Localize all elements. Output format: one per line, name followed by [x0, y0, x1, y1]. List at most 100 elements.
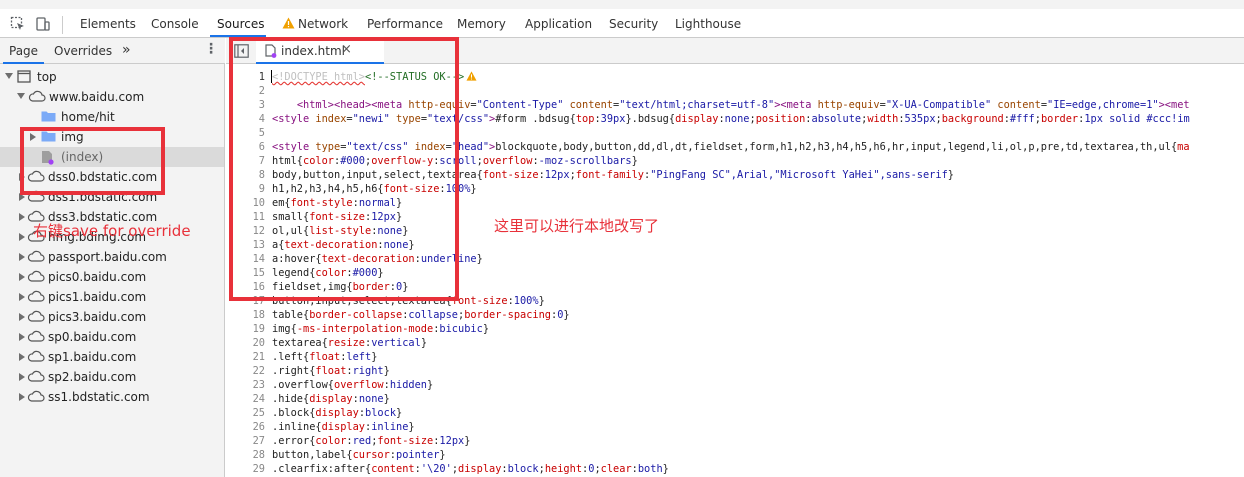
tab-application[interactable]: Application [525, 17, 592, 31]
line-number: 14 [252, 253, 265, 265]
line-number: 27 [252, 435, 265, 447]
code-line: small{font-size:12px} [272, 211, 403, 223]
collapse-arrow-icon[interactable] [30, 133, 36, 141]
collapse-arrow-icon[interactable] [19, 253, 25, 261]
tree-item-home-hit[interactable]: home/hit [0, 107, 224, 127]
code-line: <style index="newi" type="text/css">#for… [272, 113, 1190, 125]
tab-performance[interactable]: Performance [367, 17, 443, 31]
tree-item-pics1[interactable]: pics1.baidu.com [0, 287, 224, 307]
line-number: 3 [258, 99, 265, 111]
tree-item-label: sp0.baidu.com [48, 330, 137, 344]
expand-arrow-icon[interactable] [5, 73, 13, 79]
code-line: html{color:#000;overflow-y:scroll;overfl… [272, 155, 638, 167]
code-line: table{border-collapse:collapse;border-sp… [272, 309, 570, 321]
code-line: .hide{display:none} [272, 393, 390, 405]
tab-sources[interactable]: Sources [217, 17, 264, 31]
tree-item-pics0[interactable]: pics0.baidu.com [0, 267, 224, 287]
line-number: 10 [252, 197, 265, 209]
collapse-arrow-icon[interactable] [19, 313, 25, 321]
device-toolbar-icon[interactable] [34, 15, 52, 33]
line-number: 23 [252, 379, 265, 391]
tree-item-label: home/hit [61, 110, 115, 124]
tree-item-sp0[interactable]: sp0.baidu.com [0, 327, 224, 347]
code-line: .overflow{overflow:hidden} [272, 379, 434, 391]
tree-item-sp2[interactable]: sp2.baidu.com [0, 367, 224, 387]
line-number: 13 [252, 239, 265, 251]
tree-item-label: passport.baidu.com [48, 250, 167, 264]
line-number: 9 [258, 183, 265, 195]
collapse-arrow-icon[interactable] [19, 193, 25, 201]
line-number: 24 [252, 393, 265, 405]
file-tab-index-html[interactable]: index.html × [256, 38, 384, 64]
tree-item-img[interactable]: img [0, 127, 224, 147]
collapse-arrow-icon[interactable] [19, 273, 25, 281]
line-number: 16 [252, 281, 265, 293]
toolbar-divider [62, 16, 63, 34]
tab-page[interactable]: Page [9, 44, 38, 58]
tab-memory[interactable]: Memory [457, 17, 506, 31]
tab-network[interactable]: Network [298, 17, 348, 31]
collapse-arrow-icon[interactable] [19, 233, 25, 241]
code-line: .clearfix:after{content:'\20';display:bl… [272, 463, 669, 475]
active-tab-indicator [210, 35, 266, 37]
code-line: h1,h2,h3,h4,h5,h6{font-size:100%} [272, 183, 477, 195]
code-line: button,label{cursor:pointer} [272, 449, 446, 461]
line-number: 18 [252, 309, 265, 321]
tree-item-dss0[interactable]: dss0.bdstatic.com [0, 167, 224, 187]
line-number: 26 [252, 421, 265, 433]
code-line: <html><head><meta http-equiv="Content-Ty… [296, 99, 1190, 111]
code-line: <style type="text/css" index="head">bloc… [272, 141, 1190, 153]
tab-elements[interactable]: Elements [80, 17, 136, 31]
tree-item-index[interactable]: (index) [0, 147, 224, 167]
toolbar-top-strip [0, 0, 1244, 9]
collapse-arrow-icon[interactable] [19, 293, 25, 301]
code-line: ol,ul{list-style:none} [272, 225, 409, 237]
collapse-arrow-icon[interactable] [19, 333, 25, 341]
file-tab-label: index.html [281, 44, 345, 58]
tree-item-www-baidu-com[interactable]: www.baidu.com [0, 87, 224, 107]
line-number: 6 [258, 141, 265, 153]
tree-item-label: pics3.baidu.com [48, 310, 147, 324]
tree-item-label: sp1.baidu.com [48, 350, 137, 364]
line-number: 25 [252, 407, 265, 419]
tree-item-ss1[interactable]: ss1.bdstatic.com [0, 387, 224, 407]
tree-item-top[interactable]: top [0, 67, 224, 87]
warning-triangle-icon [281, 16, 295, 30]
code-line: body,button,input,select,textarea{font-s… [272, 169, 954, 181]
tab-security[interactable]: Security [609, 17, 658, 31]
collapse-arrow-icon[interactable] [19, 393, 25, 401]
tree-item-label: (index) [61, 150, 104, 164]
double-chevron-icon[interactable]: » [122, 42, 131, 58]
close-icon[interactable]: × [341, 42, 352, 57]
editor-tab-bar: index.html × [226, 38, 1244, 64]
expand-arrow-icon[interactable] [17, 93, 25, 99]
tab-overrides[interactable]: Overrides [54, 44, 112, 58]
annotation-right-click-note: 右键save for override [33, 222, 191, 240]
collapse-arrow-icon[interactable] [19, 173, 25, 181]
toggle-navigator-icon[interactable] [234, 44, 249, 61]
collapse-arrow-icon[interactable] [19, 373, 25, 381]
line-number: 28 [252, 449, 265, 461]
tree-item-pics3[interactable]: pics3.baidu.com [0, 307, 224, 327]
collapse-arrow-icon[interactable] [19, 353, 25, 361]
tree-item-dss1[interactable]: dss1.bdstatic.com [0, 187, 224, 207]
tree-item-sp1[interactable]: sp1.baidu.com [0, 347, 224, 367]
code-editor[interactable]: <!DOCTYPE html><!--STATUS OK--> <html><h… [268, 64, 1244, 477]
cloud-icon [27, 390, 45, 405]
tree-item-passport[interactable]: passport.baidu.com [0, 247, 224, 267]
tab-lighthouse[interactable]: Lighthouse [675, 17, 741, 31]
cloud-icon [27, 190, 45, 205]
collapse-arrow-icon[interactable] [19, 213, 25, 221]
inspect-element-icon[interactable] [9, 15, 27, 33]
tree-item-label: dss0.bdstatic.com [48, 170, 158, 184]
tree-item-label: www.baidu.com [49, 90, 145, 104]
cloud-icon [27, 330, 45, 345]
tab-console[interactable]: Console [151, 17, 199, 31]
cloud-icon [27, 290, 45, 305]
code-line: a{text-decoration:none} [272, 239, 415, 251]
code-line: .right{float:right} [272, 365, 390, 377]
code-line: .error{color:red;font-size:12px} [272, 435, 471, 447]
cloud-icon [28, 90, 46, 105]
kebab-menu-icon[interactable]: ⋮ [204, 41, 218, 57]
file-icon [41, 150, 54, 168]
